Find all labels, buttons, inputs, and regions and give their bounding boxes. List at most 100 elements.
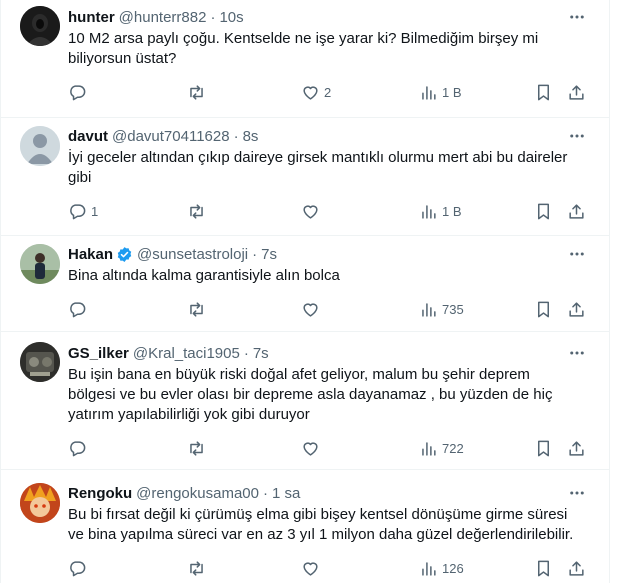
action-bar: 126 [68, 558, 588, 578]
tweet-text-line: Bu işin bana en büyük riski doğal afet g… [68, 366, 530, 383]
heart-icon [303, 302, 318, 317]
separator: · [233, 127, 239, 145]
views-count: 735 [442, 301, 464, 317]
tweet-text: 10 M2 arsa paylı çoğu. Kentselde ne işe … [68, 29, 598, 69]
user-handle[interactable]: @rengokusama00 [136, 485, 259, 502]
retweet-icon [190, 203, 203, 219]
views-button[interactable]: 1 B [419, 82, 462, 102]
bookmark-button[interactable] [534, 201, 553, 221]
user-handle[interactable]: @hunterr882 [119, 9, 207, 26]
reply-button[interactable] [68, 438, 91, 458]
like-button[interactable] [301, 299, 324, 319]
separator: · [252, 245, 258, 263]
share-icon [569, 84, 584, 100]
retweet-button[interactable] [187, 201, 210, 221]
share-button[interactable] [567, 558, 586, 578]
bookmark-button[interactable] [534, 438, 553, 458]
bookmark-button[interactable] [534, 82, 553, 102]
tweet[interactable]: GS_ilker @Kral_taci1905 · 7s Bu işin ban… [1, 332, 609, 470]
avatar[interactable] [20, 483, 60, 523]
display-name[interactable]: hunter [68, 9, 115, 26]
avatar[interactable] [20, 244, 60, 284]
reply-icon [70, 560, 86, 576]
bookmark-icon [537, 203, 550, 219]
user-handle[interactable]: @Kral_taci1905 [133, 345, 240, 362]
retweet-button[interactable] [187, 82, 210, 102]
share-button[interactable] [567, 299, 586, 319]
avatar[interactable] [20, 342, 60, 382]
heart-icon [303, 85, 318, 100]
bookmark-icon [537, 560, 550, 576]
more-icon[interactable] [567, 343, 587, 363]
share-icon [569, 203, 584, 219]
heart-icon [303, 561, 318, 576]
share-button[interactable] [567, 82, 586, 102]
retweet-button[interactable] [187, 438, 210, 458]
avatar-image [20, 244, 60, 284]
views-button[interactable]: 722 [419, 438, 464, 458]
views-icon [422, 204, 436, 219]
display-name[interactable]: davut [68, 128, 108, 145]
views-icon [422, 561, 436, 576]
tweet[interactable]: hunter @hunterr882 · 10s 10 M2 arsa payl… [1, 0, 609, 118]
views-button[interactable]: 126 [419, 558, 464, 578]
views-button[interactable]: 1 B [419, 201, 462, 221]
views-button[interactable]: 735 [419, 299, 464, 319]
display-name[interactable]: Rengoku [68, 485, 132, 502]
bookmark-icon [537, 301, 550, 317]
retweet-icon [190, 84, 203, 100]
retweet-button[interactable] [187, 299, 210, 319]
reply-icon [70, 203, 86, 219]
like-button[interactable] [301, 558, 324, 578]
tweet-header: davut @davut70411628 · 8s [68, 126, 258, 146]
reply-button[interactable] [68, 82, 91, 102]
views-count: 126 [442, 560, 464, 576]
tweet-text-line: Bina altında kalma garantisiyle alın bol… [68, 267, 340, 284]
like-button[interactable]: 2 [301, 82, 331, 102]
tweet-text-line: biliyorsun üstat? [68, 50, 177, 67]
user-handle[interactable]: @sunsetastroloji [137, 246, 248, 263]
retweet-icon [190, 560, 203, 576]
timestamp[interactable]: 8s [243, 128, 259, 145]
tweet[interactable]: Hakan @sunsetastroloji · 7s Bina altında… [1, 236, 609, 332]
separator: · [262, 484, 268, 502]
avatar-image [20, 6, 60, 46]
like-button[interactable] [301, 201, 324, 221]
views-count: 1 B [442, 203, 462, 219]
more-icon[interactable] [567, 7, 587, 27]
avatar-image [20, 483, 60, 523]
timestamp[interactable]: 7s [261, 246, 277, 263]
timestamp[interactable]: 10s [219, 9, 243, 26]
tweet-text: İyi geceler altından çıkıp daireye girse… [68, 148, 598, 188]
tweet-text-line: İyi geceler altından çıkıp daireye girse… [68, 149, 568, 166]
like-button[interactable] [301, 438, 324, 458]
timestamp[interactable]: 7s [253, 345, 269, 362]
bookmark-icon [537, 84, 550, 100]
user-handle[interactable]: @davut70411628 [112, 128, 230, 145]
timestamp[interactable]: 1 sa [272, 485, 300, 502]
avatar[interactable] [20, 126, 60, 166]
retweet-button[interactable] [187, 558, 210, 578]
share-button[interactable] [567, 438, 586, 458]
more-icon[interactable] [567, 483, 587, 503]
reply-count: 1 [91, 203, 99, 219]
avatar-image [20, 342, 60, 382]
reply-button[interactable] [68, 299, 91, 319]
tweet[interactable]: davut @davut70411628 · 8s İyi geceler al… [1, 118, 609, 236]
reply-button[interactable]: 1 [68, 201, 98, 221]
reply-icon [70, 301, 86, 317]
display-name[interactable]: GS_ilker [68, 345, 129, 362]
display-name[interactable]: Hakan [68, 246, 113, 263]
action-bar: 722 [68, 438, 588, 458]
avatar[interactable] [20, 6, 60, 46]
tweet[interactable]: Rengoku @rengokusama00 · 1 sa Bu bi fırs… [1, 470, 609, 583]
bookmark-button[interactable] [534, 299, 553, 319]
tweet-header: Hakan @sunsetastroloji · 7s [68, 244, 277, 264]
tweet-header: hunter @hunterr882 · 10s [68, 7, 244, 27]
more-icon[interactable] [567, 126, 587, 146]
bookmark-button[interactable] [534, 558, 553, 578]
views-icon [422, 302, 436, 317]
reply-button[interactable] [68, 558, 91, 578]
more-icon[interactable] [567, 244, 587, 264]
share-button[interactable] [567, 201, 586, 221]
